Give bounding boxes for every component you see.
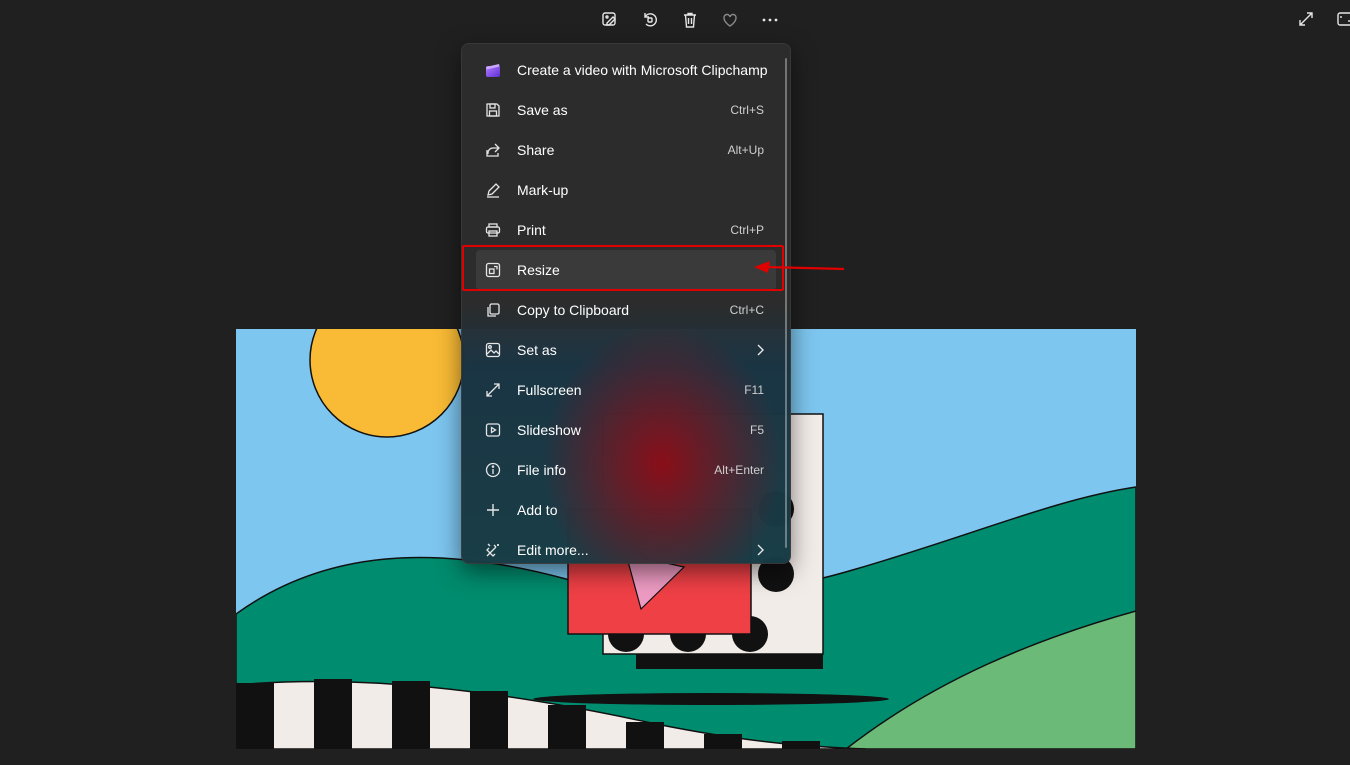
expand-icon xyxy=(1299,12,1313,26)
info-icon xyxy=(484,461,502,479)
menu-item-share[interactable]: Share Alt+Up xyxy=(476,130,776,170)
save-icon xyxy=(484,101,502,119)
menu-item-file-info[interactable]: File info Alt+Enter xyxy=(476,450,776,490)
menu-item-mark-up[interactable]: Mark-up xyxy=(476,170,776,210)
menu-item-label: Edit more... xyxy=(517,542,589,558)
menu-item-label: File info xyxy=(517,462,567,478)
chevron-right-icon xyxy=(757,544,764,556)
trash-icon xyxy=(684,12,696,28)
menu-item-shortcut: F5 xyxy=(749,423,764,437)
menu-item-fullscreen[interactable]: Fullscreen F11 xyxy=(476,370,776,410)
heart-icon xyxy=(723,13,737,27)
menu-item-label: Share xyxy=(517,142,555,158)
edit-image-button[interactable] xyxy=(590,6,630,34)
chevron-right-icon xyxy=(757,344,764,356)
menu-item-shortcut: Alt+Up xyxy=(727,143,764,157)
fit-window-button[interactable] xyxy=(1334,8,1350,30)
fit-window-icon xyxy=(1337,12,1350,26)
more-icon xyxy=(762,18,778,22)
delete-button[interactable] xyxy=(670,6,710,34)
menu-scrollbar[interactable] xyxy=(785,58,787,548)
context-menu: Create a video with Microsoft Clipchamp … xyxy=(461,43,791,564)
menu-item-label: Save as xyxy=(517,102,568,118)
top-toolbar xyxy=(590,6,790,34)
menu-item-label: Set as xyxy=(517,342,557,358)
edit-more-icon xyxy=(484,541,502,559)
menu-list: Create a video with Microsoft Clipchamp … xyxy=(462,44,790,563)
rotate-icon xyxy=(644,13,657,27)
menu-item-save-as[interactable]: Save as Ctrl+S xyxy=(476,90,776,130)
menu-item-label: Print xyxy=(517,222,546,238)
plus-icon xyxy=(484,501,502,519)
menu-item-shortcut: Ctrl+C xyxy=(729,303,764,317)
menu-item-shortcut: Ctrl+P xyxy=(730,223,764,237)
menu-item-shortcut: F11 xyxy=(744,383,764,397)
menu-item-label: Fullscreen xyxy=(517,382,582,398)
copy-icon xyxy=(484,301,502,319)
image-set-icon xyxy=(484,341,502,359)
favorite-button[interactable] xyxy=(710,6,750,34)
share-icon xyxy=(484,141,502,159)
menu-item-label: Create a video with Microsoft Clipchamp xyxy=(517,62,768,78)
annotation-arrow-icon xyxy=(754,261,845,273)
menu-item-edit-more[interactable]: Edit more... xyxy=(476,530,776,563)
menu-item-print[interactable]: Print Ctrl+P xyxy=(476,210,776,250)
fullscreen-icon xyxy=(484,381,502,399)
annotation-highlight-box xyxy=(462,245,784,291)
menu-item-label: Slideshow xyxy=(517,422,581,438)
menu-item-add-to[interactable]: Add to xyxy=(476,490,776,530)
pen-icon xyxy=(484,181,502,199)
clipchamp-icon xyxy=(484,61,502,79)
menu-item-shortcut: Ctrl+S xyxy=(730,103,764,117)
more-button[interactable] xyxy=(750,6,790,34)
menu-item-set-as[interactable]: Set as xyxy=(476,330,776,370)
menu-item-copy-to-clipboard[interactable]: Copy to Clipboard Ctrl+C xyxy=(476,290,776,330)
menu-item-label: Add to xyxy=(517,502,558,518)
menu-item-label: Mark-up xyxy=(517,182,569,198)
menu-item-slideshow[interactable]: Slideshow F5 xyxy=(476,410,776,450)
slideshow-icon xyxy=(484,421,502,439)
menu-item-shortcut: Alt+Enter xyxy=(714,463,764,477)
rotate-button[interactable] xyxy=(630,6,670,34)
printer-icon xyxy=(484,221,502,239)
menu-item-create-video[interactable]: Create a video with Microsoft Clipchamp xyxy=(476,50,776,90)
menu-item-label: Copy to Clipboard xyxy=(517,302,630,318)
edit-image-icon xyxy=(602,12,616,26)
expand-button[interactable] xyxy=(1295,8,1317,30)
